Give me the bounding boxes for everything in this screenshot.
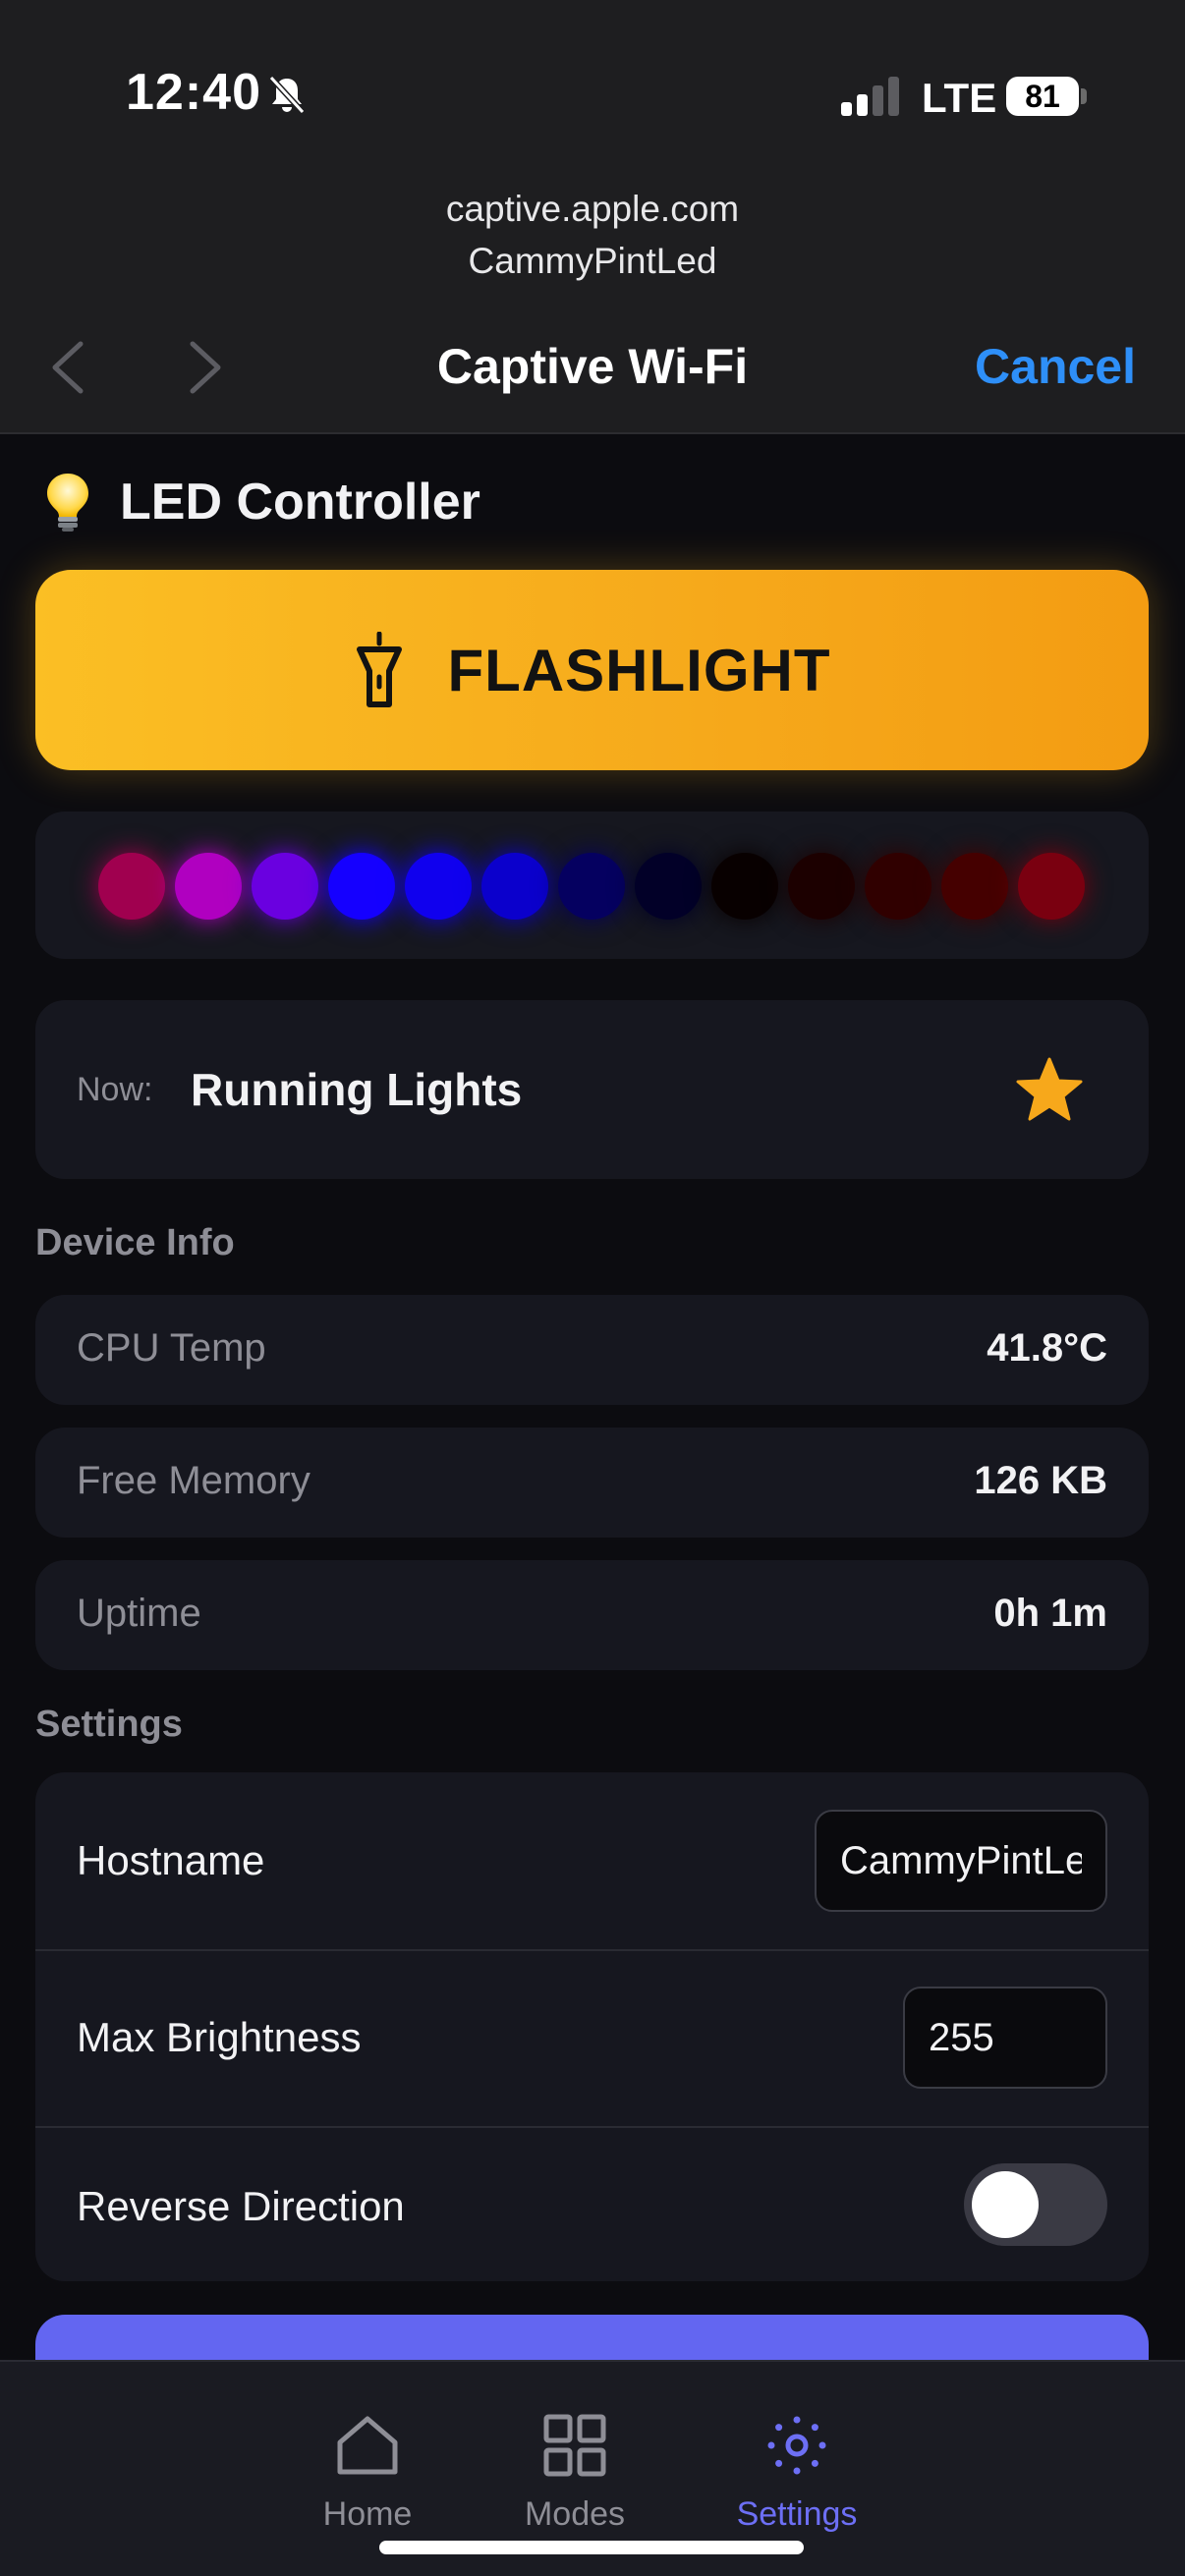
led-dot <box>481 853 548 920</box>
max-brightness-row: Max Brightness <box>35 1951 1149 2126</box>
led-dot <box>175 853 242 920</box>
device-info-heading: Device Info <box>35 1222 235 1263</box>
now-playing-card: Now: Running Lights <box>35 1000 1149 1179</box>
star-icon[interactable] <box>1015 1055 1084 1124</box>
info-row-free-memory: Free Memory 126 KB <box>35 1428 1149 1538</box>
app-header: LED Controller <box>43 470 480 534</box>
led-dot <box>711 853 778 920</box>
flashlight-label: FLASHLIGHT <box>447 637 831 703</box>
tab-home[interactable]: Home <box>279 2411 456 2534</box>
led-dot <box>635 853 702 920</box>
info-row-uptime: Uptime 0h 1m <box>35 1560 1149 1670</box>
led-dot <box>328 853 395 920</box>
settings-heading: Settings <box>35 1704 183 1745</box>
info-value: 0h 1m <box>993 1592 1107 1635</box>
led-dot <box>405 853 472 920</box>
tab-settings[interactable]: Settings <box>708 2411 885 2534</box>
now-label: Now: <box>77 1071 153 1108</box>
led-dot <box>865 853 931 920</box>
cancel-button[interactable]: Cancel <box>975 338 1136 395</box>
info-label: CPU Temp <box>77 1326 266 1370</box>
bell-slash-icon <box>268 75 306 115</box>
reverse-direction-row: Reverse Direction <box>35 2128 1149 2281</box>
status-time: 12:40 <box>126 64 261 121</box>
carrier-label: LTE <box>922 75 997 121</box>
toggle-knob <box>972 2171 1039 2238</box>
led-dot <box>252 853 318 920</box>
tab-label: Home <box>322 2495 413 2533</box>
info-row-cpu-temp: CPU Temp 41.8°C <box>35 1295 1149 1405</box>
info-label: Free Memory <box>77 1459 310 1502</box>
led-dot <box>788 853 855 920</box>
url-host: captive.apple.com <box>445 189 740 229</box>
hostname-label: Hostname <box>77 1837 265 1883</box>
flashlight-icon <box>356 632 402 707</box>
browser-chrome: 12:40 LTE 81 captive.apple.com CammyPint… <box>0 0 1185 434</box>
flashlight-button[interactable]: FLASHLIGHT <box>35 570 1149 770</box>
info-value: 126 KB <box>974 1459 1107 1502</box>
signal-icon <box>841 77 899 116</box>
tab-label: Modes <box>524 2495 626 2533</box>
hostname-input[interactable] <box>815 1810 1107 1912</box>
light-bulb-icon <box>47 474 88 532</box>
settings-card: Hostname Max Brightness Reverse Directio… <box>35 1772 1149 2281</box>
info-value: 41.8°C <box>987 1326 1107 1370</box>
led-dot <box>98 853 165 920</box>
grid-icon <box>543 2414 606 2477</box>
led-dot <box>1018 853 1085 920</box>
network-name: CammyPintLed <box>468 241 717 281</box>
max-brightness-label: Max Brightness <box>77 2014 362 2060</box>
home-icon <box>337 2416 398 2475</box>
led-preview-strip <box>35 812 1149 959</box>
max-brightness-input[interactable] <box>903 1987 1107 2089</box>
battery-indicator: 81 <box>1006 77 1079 116</box>
settings-icon <box>767 2416 826 2475</box>
info-label: Uptime <box>77 1592 201 1635</box>
led-dot <box>558 853 625 920</box>
current-mode: Running Lights <box>191 1064 523 1115</box>
tab-modes[interactable]: Modes <box>486 2411 663 2534</box>
led-dot <box>941 853 1008 920</box>
app-title: LED Controller <box>120 474 480 531</box>
tab-label: Settings <box>736 2495 858 2533</box>
home-indicator <box>379 2541 804 2554</box>
battery-tip <box>1081 88 1087 104</box>
reverse-direction-toggle[interactable] <box>964 2163 1107 2246</box>
reverse-direction-label: Reverse Direction <box>77 2183 405 2229</box>
hostname-row: Hostname <box>35 1772 1149 1949</box>
